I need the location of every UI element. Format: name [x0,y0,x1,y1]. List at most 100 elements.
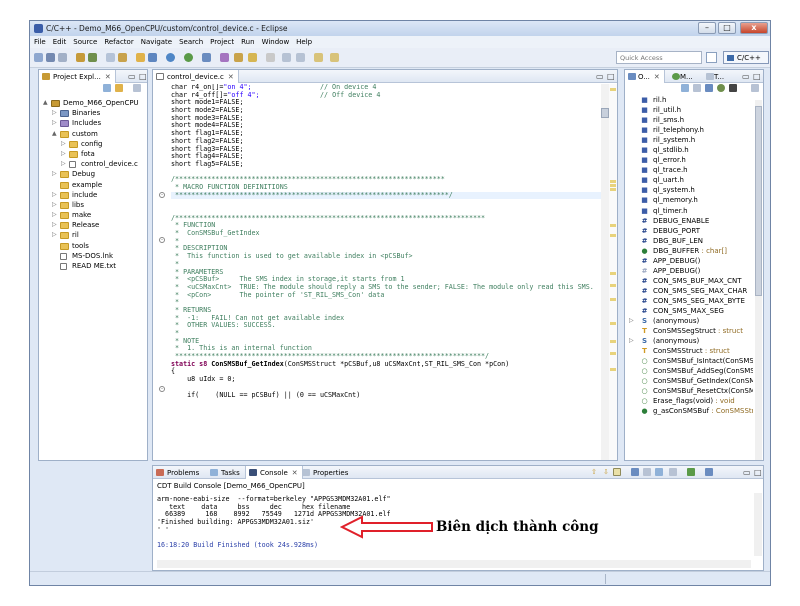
hide-nonpublic-icon[interactable] [717,84,725,92]
ruler-mark[interactable] [610,298,616,301]
tree-item[interactable]: ▷ ril [43,230,145,240]
collapsed-arrow-icon[interactable]: ▷ [61,139,66,149]
collapse-all-icon[interactable] [103,84,111,92]
tree-item[interactable]: ▷ libs [43,200,145,210]
maximize-view-icon[interactable]: □ [139,72,147,81]
outline-item[interactable]: ○ ConSMSBuf_IsIntact(ConSMS [627,356,753,366]
hide-macros-icon[interactable] [729,84,737,92]
editor-scrollbar[interactable] [601,84,609,460]
outline-item[interactable]: ■ ril_util.h [627,105,753,115]
close-icon[interactable]: ✕ [654,73,660,81]
console-hscrollbar[interactable] [157,560,751,568]
outline-item[interactable]: ○ ConSMSBuf_GetIndex(ConSM [627,376,753,386]
expanded-arrow-icon[interactable]: ▲ [52,129,57,139]
display-console-icon[interactable] [687,468,695,476]
tab-tasks[interactable]: T... [703,70,728,83]
collapsed-arrow-icon[interactable]: ▷ [52,118,57,128]
copy-icon[interactable] [669,468,677,476]
outline-item[interactable]: ○ ConSMSBuf_ResetCtx(ConSM [627,386,753,396]
collapsed-arrow-icon[interactable]: ▷ [52,200,57,210]
tree-item[interactable]: ▲ Demo_M66_OpenCPU [43,98,145,108]
hide-fields-icon[interactable] [693,84,701,92]
prev-annotation-icon[interactable] [282,53,291,62]
outline-item[interactable]: ■ ril_system.h [627,135,753,145]
tree-item[interactable]: ▷ control_device.c [43,159,145,169]
close-icon[interactable]: ✕ [292,469,298,477]
ruler-mark[interactable] [610,368,616,371]
outline-item[interactable]: ■ ql_memory.h [627,195,753,205]
open-type-icon[interactable] [234,53,243,62]
build-icon[interactable] [76,53,85,62]
close-icon[interactable]: ✕ [228,73,234,81]
minimize-editor-icon[interactable]: ▭ [596,72,604,81]
ruler-mark[interactable] [610,188,616,191]
outline-item[interactable]: ■ ril_sms.h [627,115,753,125]
view-menu-icon[interactable] [133,84,141,92]
profile-icon[interactable] [202,53,211,62]
close-icon[interactable]: ✕ [105,73,111,81]
collapsed-arrow-icon[interactable]: ▷ [52,108,57,118]
tab-problems[interactable]: Problems [153,466,203,479]
outline-scrollbar[interactable] [755,100,762,460]
tab-project-explorer[interactable]: Project Expl... ✕ [39,70,116,83]
tree-item[interactable]: ▷ Debug [43,169,145,179]
collapsed-arrow-icon[interactable]: ▷ [52,190,57,200]
tab-make[interactable]: M... [669,70,697,83]
menu-help[interactable]: Help [292,36,315,46]
fold-icon[interactable]: - [159,192,165,198]
tree-item[interactable]: tools [43,241,145,251]
tab-outline[interactable]: O... ✕ [625,70,665,83]
outline-item[interactable]: ● g_asConSMSBuf : ConSMSStr [627,406,753,416]
outline-item[interactable]: ■ ql_system.h [627,185,753,195]
scroll-down-icon[interactable]: ⇩ [603,468,609,476]
editor-scroll-thumb[interactable] [601,108,609,118]
fold-icon[interactable]: - [159,386,165,392]
ruler-mark[interactable] [610,352,616,355]
menu-source[interactable]: Source [69,36,100,46]
ruler-mark[interactable] [610,272,616,275]
maximize-view-icon[interactable]: □ [753,72,761,81]
forward-icon[interactable] [330,53,339,62]
outline-item[interactable]: # CON_SMS_SEG_MAX_BYTE [627,296,753,306]
clear-console-icon[interactable] [631,468,639,476]
tree-item[interactable]: ▷ config [43,139,145,149]
word-wrap-icon[interactable] [643,468,651,476]
collapsed-arrow-icon[interactable]: ▷ [52,169,57,179]
minimize-view-icon[interactable]: ▭ [743,468,751,477]
new-source-icon[interactable] [136,53,145,62]
maximize-editor-icon[interactable]: □ [607,72,615,81]
outline-item[interactable]: # DBG_BUF_LEN [627,236,753,246]
console-scrollbar[interactable] [754,493,762,556]
hide-static-icon[interactable] [705,84,713,92]
tree-item[interactable]: ▲ custom [43,129,145,139]
outline-item[interactable]: ○ ConSMSBuf_AddSeg(ConSMSS [627,366,753,376]
tree-item[interactable]: ▷ fota [43,149,145,159]
outline-item[interactable]: # DEBUG_ENABLE [627,216,753,226]
open-console-icon[interactable] [705,468,713,476]
outline-item[interactable]: ■ ql_trace.h [627,165,753,175]
tree-item[interactable]: MS-DOS.lnk [43,251,145,261]
tree-item[interactable]: ▷ Includes [43,118,145,128]
view-menu-icon[interactable] [751,84,759,92]
close-button[interactable]: x [740,22,768,34]
run-icon[interactable] [184,53,193,62]
new-icon[interactable] [34,53,43,62]
search-icon[interactable] [220,53,229,62]
fold-icon[interactable]: - [159,237,165,243]
outline-item[interactable]: # APP_DEBUG() [627,266,753,276]
ruler-mark[interactable] [610,224,616,227]
tab-console[interactable]: Console ✕ [245,466,303,479]
menu-edit[interactable]: Edit [49,36,70,46]
back-icon[interactable] [314,53,323,62]
quick-access-input[interactable]: Quick Access [616,51,702,64]
outline-scroll-thumb[interactable] [755,106,762,296]
ruler-mark[interactable] [610,234,616,237]
ruler-mark[interactable] [610,284,616,287]
collapsed-arrow-icon[interactable]: ▷ [61,149,66,159]
ruler-mark[interactable] [610,180,616,183]
maximize-view-icon[interactable]: □ [754,468,762,477]
outline-item[interactable]: ■ ql_uart.h [627,175,753,185]
outline-item[interactable]: ■ ql_stdlib.h [627,145,753,155]
outline-item[interactable]: ▷ S (anonymous) [627,336,753,346]
outline-item[interactable]: ■ ril.h [627,95,753,105]
